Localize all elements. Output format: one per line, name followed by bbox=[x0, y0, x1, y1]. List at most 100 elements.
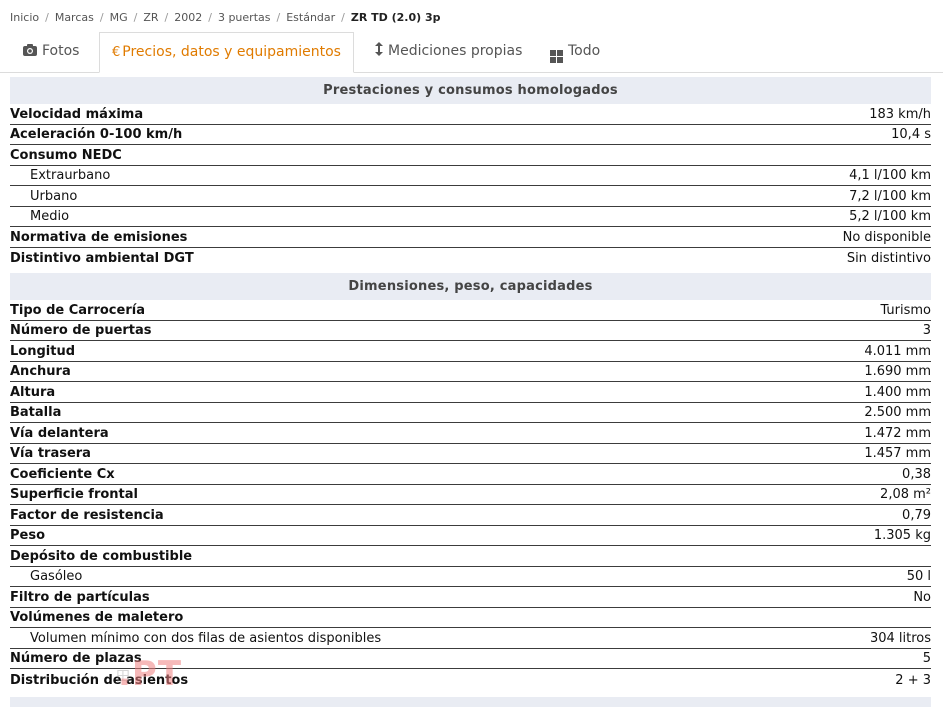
tab-label: Todo bbox=[568, 43, 601, 59]
section-header-prestaciones: Prestaciones y consumos homologados bbox=[10, 77, 931, 104]
spec-label: Volúmenes de maletero bbox=[10, 610, 184, 625]
spec-label: Distintivo ambiental DGT bbox=[10, 251, 194, 266]
spec-label: Vía trasera bbox=[10, 446, 91, 461]
spec-value: 10,4 s bbox=[891, 127, 931, 142]
spec-label: Batalla bbox=[10, 405, 62, 420]
specs-content: Prestaciones y consumos homologados Velo… bbox=[10, 77, 931, 690]
spec-value: Sin distintivo bbox=[846, 251, 931, 266]
tab-fotos[interactable]: Fotos bbox=[23, 32, 79, 70]
spec-value: 3 bbox=[922, 323, 931, 338]
spec-value: 4.011 mm bbox=[864, 343, 931, 359]
spec-value: 50 l bbox=[906, 569, 931, 584]
spec-label: Medio bbox=[30, 209, 70, 224]
breadcrumb-separator: / bbox=[276, 11, 281, 24]
spec-row: Longitud 4.011 mm bbox=[10, 341, 931, 362]
tab-label: Mediciones propias bbox=[388, 43, 523, 59]
spec-label: Coeficiente Cx bbox=[10, 466, 115, 482]
spec-row: Extraurbano 4,1 l/100 km bbox=[10, 166, 931, 186]
section-rows-prestaciones: Velocidad máxima 183 km/h Aceleración 0-1… bbox=[10, 104, 931, 268]
grid-icon bbox=[550, 50, 563, 63]
breadcrumb: Inicio / Marcas / MG / ZR / 2002 / 3 puertas / Están… bbox=[10, 10, 441, 26]
breadcrumb-item-marcas[interactable]: Marcas bbox=[55, 11, 94, 24]
spec-value: 1.457 mm bbox=[864, 446, 931, 461]
spec-label: Extraurbano bbox=[30, 168, 111, 183]
spec-value: 0,79 bbox=[902, 507, 931, 523]
spec-value: 2,08 m² bbox=[880, 487, 931, 502]
spec-label: Urbano bbox=[30, 188, 78, 204]
section-header-next bbox=[10, 697, 931, 707]
spec-row: Batalla 2.500 mm bbox=[10, 403, 931, 423]
tab-bar: Fotos € Precios, datos y equipamientos Me… bbox=[0, 32, 943, 73]
height-icon bbox=[375, 33, 383, 71]
tab-todo[interactable]: Todo bbox=[550, 32, 600, 70]
spec-row: Altura 1.400 mm bbox=[10, 382, 931, 403]
spec-label: Longitud bbox=[10, 343, 76, 359]
breadcrumb-item-inicio[interactable]: Inicio bbox=[10, 11, 39, 24]
section-rows-dimensiones: Tipo de Carrocería Turismo Número de puer… bbox=[10, 300, 931, 690]
spec-label: Factor de resistencia bbox=[10, 507, 164, 523]
spec-row: Número de plazas 5 bbox=[10, 649, 931, 669]
breadcrumb-item-mg[interactable]: MG bbox=[110, 11, 128, 24]
spec-row: Normativa de emisiones No disponible bbox=[10, 227, 931, 248]
breadcrumb-separator: / bbox=[341, 11, 345, 24]
breadcrumb-separator: / bbox=[208, 11, 212, 24]
spec-value: 1.472 mm bbox=[864, 425, 931, 441]
spec-label: Vía delantera bbox=[10, 425, 109, 441]
spec-row: Vía delantera 1.472 mm bbox=[10, 423, 931, 444]
spec-value: 1.690 mm bbox=[864, 364, 931, 379]
spec-row: Medio 5,2 l/100 km bbox=[10, 207, 931, 227]
spec-row: Urbano 7,2 l/100 km bbox=[10, 186, 931, 207]
spec-value: No disponible bbox=[842, 229, 931, 245]
spec-row: Gasóleo 50 l bbox=[10, 567, 931, 587]
tab-mediciones[interactable]: Mediciones propias bbox=[375, 32, 522, 70]
spec-value: 7,2 l/100 km bbox=[849, 188, 931, 204]
spec-row: Depósito de combustible bbox=[10, 546, 931, 567]
euro-icon: € bbox=[112, 45, 121, 60]
breadcrumb-item-doors[interactable]: 3 puertas bbox=[218, 11, 271, 24]
spec-value: 304 litros bbox=[869, 630, 931, 646]
spec-row: Factor de resistencia 0,79 bbox=[10, 505, 931, 526]
spec-row: Distintivo ambiental DGT Sin distintivo bbox=[10, 248, 931, 269]
tab-label: Precios, datos y equipamientos bbox=[122, 44, 341, 60]
spec-label: Número de plazas bbox=[10, 651, 142, 666]
spec-row: Consumo NEDC bbox=[10, 145, 931, 166]
spec-label: Normativa de emisiones bbox=[10, 229, 188, 245]
spec-row: Anchura 1.690 mm bbox=[10, 362, 931, 382]
spec-label: Consumo NEDC bbox=[10, 147, 122, 163]
spec-value: 4,1 l/100 km bbox=[849, 168, 931, 183]
spec-value: 1.400 mm bbox=[864, 384, 931, 400]
breadcrumb-separator: / bbox=[45, 11, 49, 24]
spec-value: 5 bbox=[922, 651, 931, 666]
spec-label: Peso bbox=[10, 528, 46, 543]
spec-row: Distribución de asientos 2 + 3 bbox=[10, 669, 931, 690]
spec-label: Aceleración 0-100 km/h bbox=[10, 127, 183, 142]
spec-row: Aceleración 0-100 km/h 10,4 s bbox=[10, 125, 931, 145]
spec-value: No bbox=[913, 589, 931, 605]
spec-value: 183 km/h bbox=[869, 106, 931, 122]
spec-value: 0,38 bbox=[902, 466, 931, 482]
breadcrumb-separator: / bbox=[99, 11, 104, 24]
breadcrumb-separator: / bbox=[133, 11, 138, 24]
spec-row: Vía trasera 1.457 mm bbox=[10, 444, 931, 464]
spec-label: Altura bbox=[10, 384, 56, 400]
spec-label: Número de puertas bbox=[10, 323, 152, 338]
breadcrumb-current: ZR TD (2.0) 3p bbox=[350, 11, 441, 24]
breadcrumb-item-trim[interactable]: Estándar bbox=[286, 11, 335, 24]
spec-label: Anchura bbox=[10, 364, 71, 379]
spec-label: Depósito de combustible bbox=[10, 548, 193, 564]
spec-label: Velocidad máxima bbox=[10, 106, 144, 122]
section-header-dimensiones: Dimensiones, peso, capacidades bbox=[10, 273, 931, 300]
spec-label: Distribución de asientos bbox=[10, 672, 189, 688]
spec-row: Número de puertas 3 bbox=[10, 321, 931, 341]
tab-precios-datos[interactable]: € Precios, datos y equipamientos bbox=[99, 32, 354, 73]
spec-row: Superficie frontal 2,08 m² bbox=[10, 485, 931, 505]
spec-label: Tipo de Carrocería bbox=[10, 302, 145, 318]
breadcrumb-item-year[interactable]: 2002 bbox=[174, 11, 202, 24]
breadcrumb-item-zr[interactable]: ZR bbox=[143, 11, 158, 24]
spec-value: 5,2 l/100 km bbox=[849, 209, 931, 224]
spec-row: Volumen mínimo con dos filas de asientos… bbox=[10, 628, 931, 649]
spec-label: Superficie frontal bbox=[10, 487, 138, 502]
spec-value: 2.500 mm bbox=[864, 405, 931, 420]
camera-icon bbox=[23, 33, 37, 71]
spec-row: Peso 1.305 kg bbox=[10, 526, 931, 546]
